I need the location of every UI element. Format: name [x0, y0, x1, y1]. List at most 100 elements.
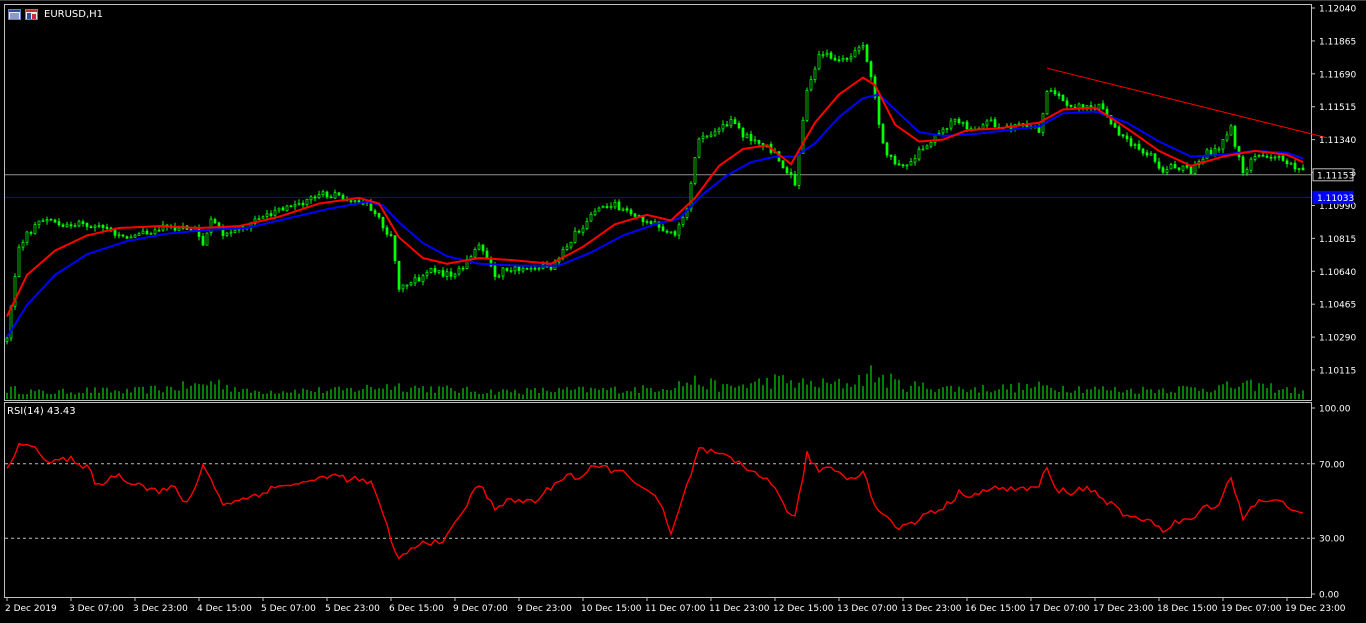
candle-body-bear — [105, 226, 109, 229]
candle-body-bull — [445, 271, 449, 277]
candle-body-bull — [1245, 169, 1249, 174]
time-tick-label: 13 Dec 07:00 — [837, 604, 898, 614]
rsi-tick-label: 100.00 — [1319, 405, 1351, 415]
time-tick-label: 17 Dec 07:00 — [1029, 604, 1090, 614]
candle-body-bear — [325, 191, 329, 198]
candle-body-bear — [101, 224, 105, 228]
candle-body-bear — [633, 213, 637, 217]
candle-body-bear — [53, 219, 57, 223]
candle-body-bull — [989, 119, 993, 122]
time-tick-label: 5 Dec 23:00 — [325, 604, 380, 614]
candle-body-bear — [433, 268, 437, 273]
candle-body-bull — [1257, 154, 1261, 157]
candle-body-bear — [49, 218, 53, 221]
candle-body-bear — [629, 209, 633, 215]
candle-body-bear — [145, 230, 149, 235]
candle-body-bear — [1177, 167, 1181, 171]
candle-body-bear — [1053, 90, 1057, 95]
candle-body-bear — [517, 266, 521, 271]
price-tick-label: 1.10465 — [1319, 301, 1356, 311]
candle-body-bear — [377, 213, 381, 218]
candle-body-bull — [529, 267, 533, 270]
candle-body-bull — [825, 52, 829, 56]
candle-body-bear — [329, 196, 333, 199]
candle-body-bear — [901, 164, 905, 167]
candle-body-bear — [57, 221, 61, 226]
time-tick-label: 3 Dec 07:00 — [69, 604, 124, 614]
candle-body-bear — [1161, 167, 1165, 173]
candle-body-bull — [589, 213, 593, 222]
candle-body-bear — [301, 202, 305, 206]
candle-body-bull — [457, 267, 461, 275]
candle-body-bull — [521, 268, 525, 272]
price-tick-label: 1.12040 — [1319, 5, 1356, 15]
candle-body-bear — [625, 208, 629, 211]
candle-body-bull — [753, 139, 757, 142]
price-tick-label: 1.10290 — [1319, 334, 1356, 344]
candle-body-bull — [613, 202, 617, 208]
candle-body-bear — [649, 221, 653, 224]
candle-body-bear — [341, 194, 345, 200]
chart-window[interactable]: 1.12040 1.11865 1.11690 1.11515 1.11340 1.111… — [0, 0, 1366, 619]
candle-body-bull — [621, 208, 625, 211]
candle-body-bear — [461, 267, 465, 270]
candle-body-bull — [585, 221, 589, 229]
candle-body-bull — [117, 234, 121, 237]
candle-body-bear — [741, 127, 745, 138]
candle-body-bear — [1281, 155, 1285, 161]
candle-body-bull — [425, 271, 429, 276]
time-tick-label: 17 Dec 23:00 — [1093, 604, 1154, 614]
candle-body-bull — [129, 236, 133, 239]
candle-body-bull — [305, 198, 309, 205]
candle-body-bear — [69, 224, 73, 227]
candle-body-bull — [1085, 105, 1089, 108]
time-tick-label: 2 Dec 2019 — [5, 604, 57, 614]
candle-body-bull — [153, 229, 157, 235]
candle-body-bear — [789, 172, 793, 175]
candle-body-bear — [1189, 166, 1193, 174]
candle-body-bear — [337, 192, 341, 196]
line-price-tag: 1.11033 — [1317, 194, 1354, 204]
candle-body-bear — [505, 267, 509, 271]
candle-body-bear — [1261, 154, 1265, 157]
chart-canvas[interactable]: 1.12040 1.11865 1.11690 1.11515 1.11340 1.111… — [0, 0, 1366, 619]
candle-body-bear — [1285, 160, 1289, 165]
candle-body-bear — [1157, 161, 1161, 169]
candle-body-bear — [381, 216, 385, 229]
candle-body-bull — [813, 68, 817, 80]
candle-body-bull — [261, 216, 265, 219]
candle-body-bull — [857, 46, 861, 52]
candle-body-bull — [1249, 158, 1253, 171]
candle-body-bear — [89, 226, 93, 228]
candle-body-bear — [197, 227, 201, 237]
candle-body-bear — [1237, 146, 1241, 157]
rsi-tick-label: 30.00 — [1319, 535, 1345, 545]
candle-body-bull — [745, 134, 749, 138]
candle-body-bear — [865, 44, 869, 62]
candle-body-bear — [881, 124, 885, 144]
candle-body-bull — [45, 219, 49, 222]
indicator-window-icon — [25, 9, 38, 20]
candle-body-bull — [1277, 156, 1281, 158]
candle-body-bear — [493, 265, 497, 277]
candle-body-bear — [1061, 95, 1065, 101]
candle-body-bear — [1117, 126, 1121, 136]
candle-body-bull — [821, 54, 825, 57]
time-tick-label: 19 Dec 23:00 — [1285, 604, 1346, 614]
candle-body-bear — [1301, 167, 1305, 171]
candle-body-bear — [1037, 126, 1041, 133]
candle-body-bear — [577, 230, 581, 233]
candle-body-bull — [981, 124, 985, 129]
candle-body-bull — [717, 128, 721, 132]
candle-body-bull — [941, 128, 945, 134]
candle-body-bull — [569, 241, 573, 248]
candle-body-bull — [1289, 162, 1293, 165]
candle-body-bull — [1169, 164, 1173, 170]
candle-body-bull — [265, 213, 269, 217]
candle-body-bear — [1065, 100, 1069, 106]
time-tick-label: 6 Dec 15:00 — [389, 604, 444, 614]
candle-body-bull — [65, 223, 69, 228]
rsi-tick-label: 70.00 — [1319, 460, 1345, 470]
candle-body-bull — [277, 207, 281, 211]
candle-body-bull — [905, 164, 909, 167]
